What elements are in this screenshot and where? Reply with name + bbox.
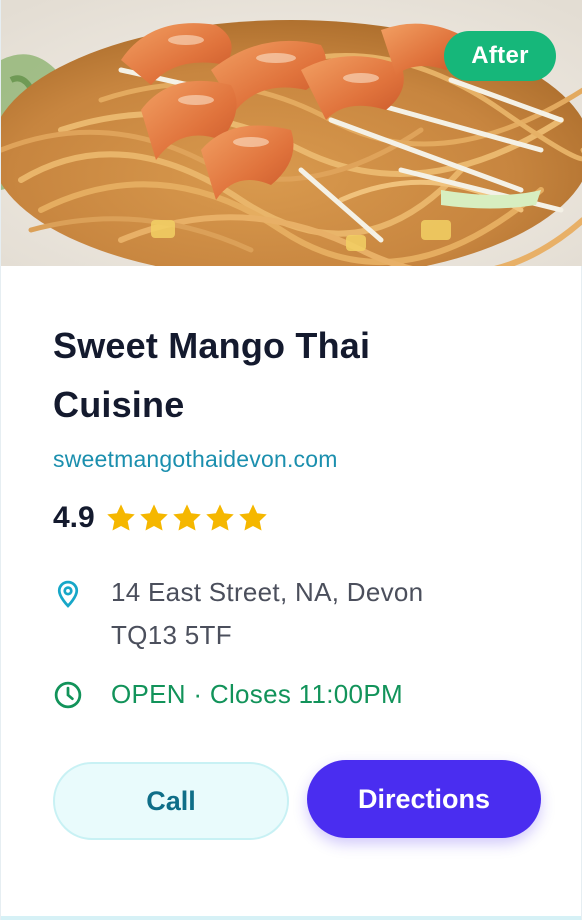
after-badge: After [444,31,556,81]
star-icon [139,504,168,531]
star-rating [105,502,269,534]
action-buttons: Call Directions [53,760,541,840]
address-row: 14 East Street, NA, Devon TQ13 5TF [53,577,541,657]
map-pin-icon [57,580,79,608]
star-icon [205,504,234,531]
call-button[interactable]: Call [53,762,289,840]
star-icon [106,504,135,531]
restaurant-name: Sweet Mango Thai Cuisine [53,325,371,425]
hero-image: After [1,0,582,266]
card-bottom-edge [1,916,581,920]
website-link[interactable]: sweetmangothaidevon.com [53,446,541,473]
rating: 4.9 [53,501,541,535]
hours-row: OPEN · Closes 11:00PM [53,679,541,710]
rating-value: 4.9 [53,501,95,534]
directions-button[interactable]: Directions [307,760,541,838]
address-text: 14 East Street, NA, Devon TQ13 5TF [111,577,424,650]
star-icon [238,504,267,531]
clock-icon [54,681,82,708]
hours-status: OPEN · Closes 11:00PM [111,679,403,709]
star-icon [172,504,201,531]
card-content: Sweet Mango Thai Cuisine sweetmangothaid… [53,266,541,840]
restaurant-card: After Sweet Mango Thai Cuisine sweetmang… [0,0,582,920]
